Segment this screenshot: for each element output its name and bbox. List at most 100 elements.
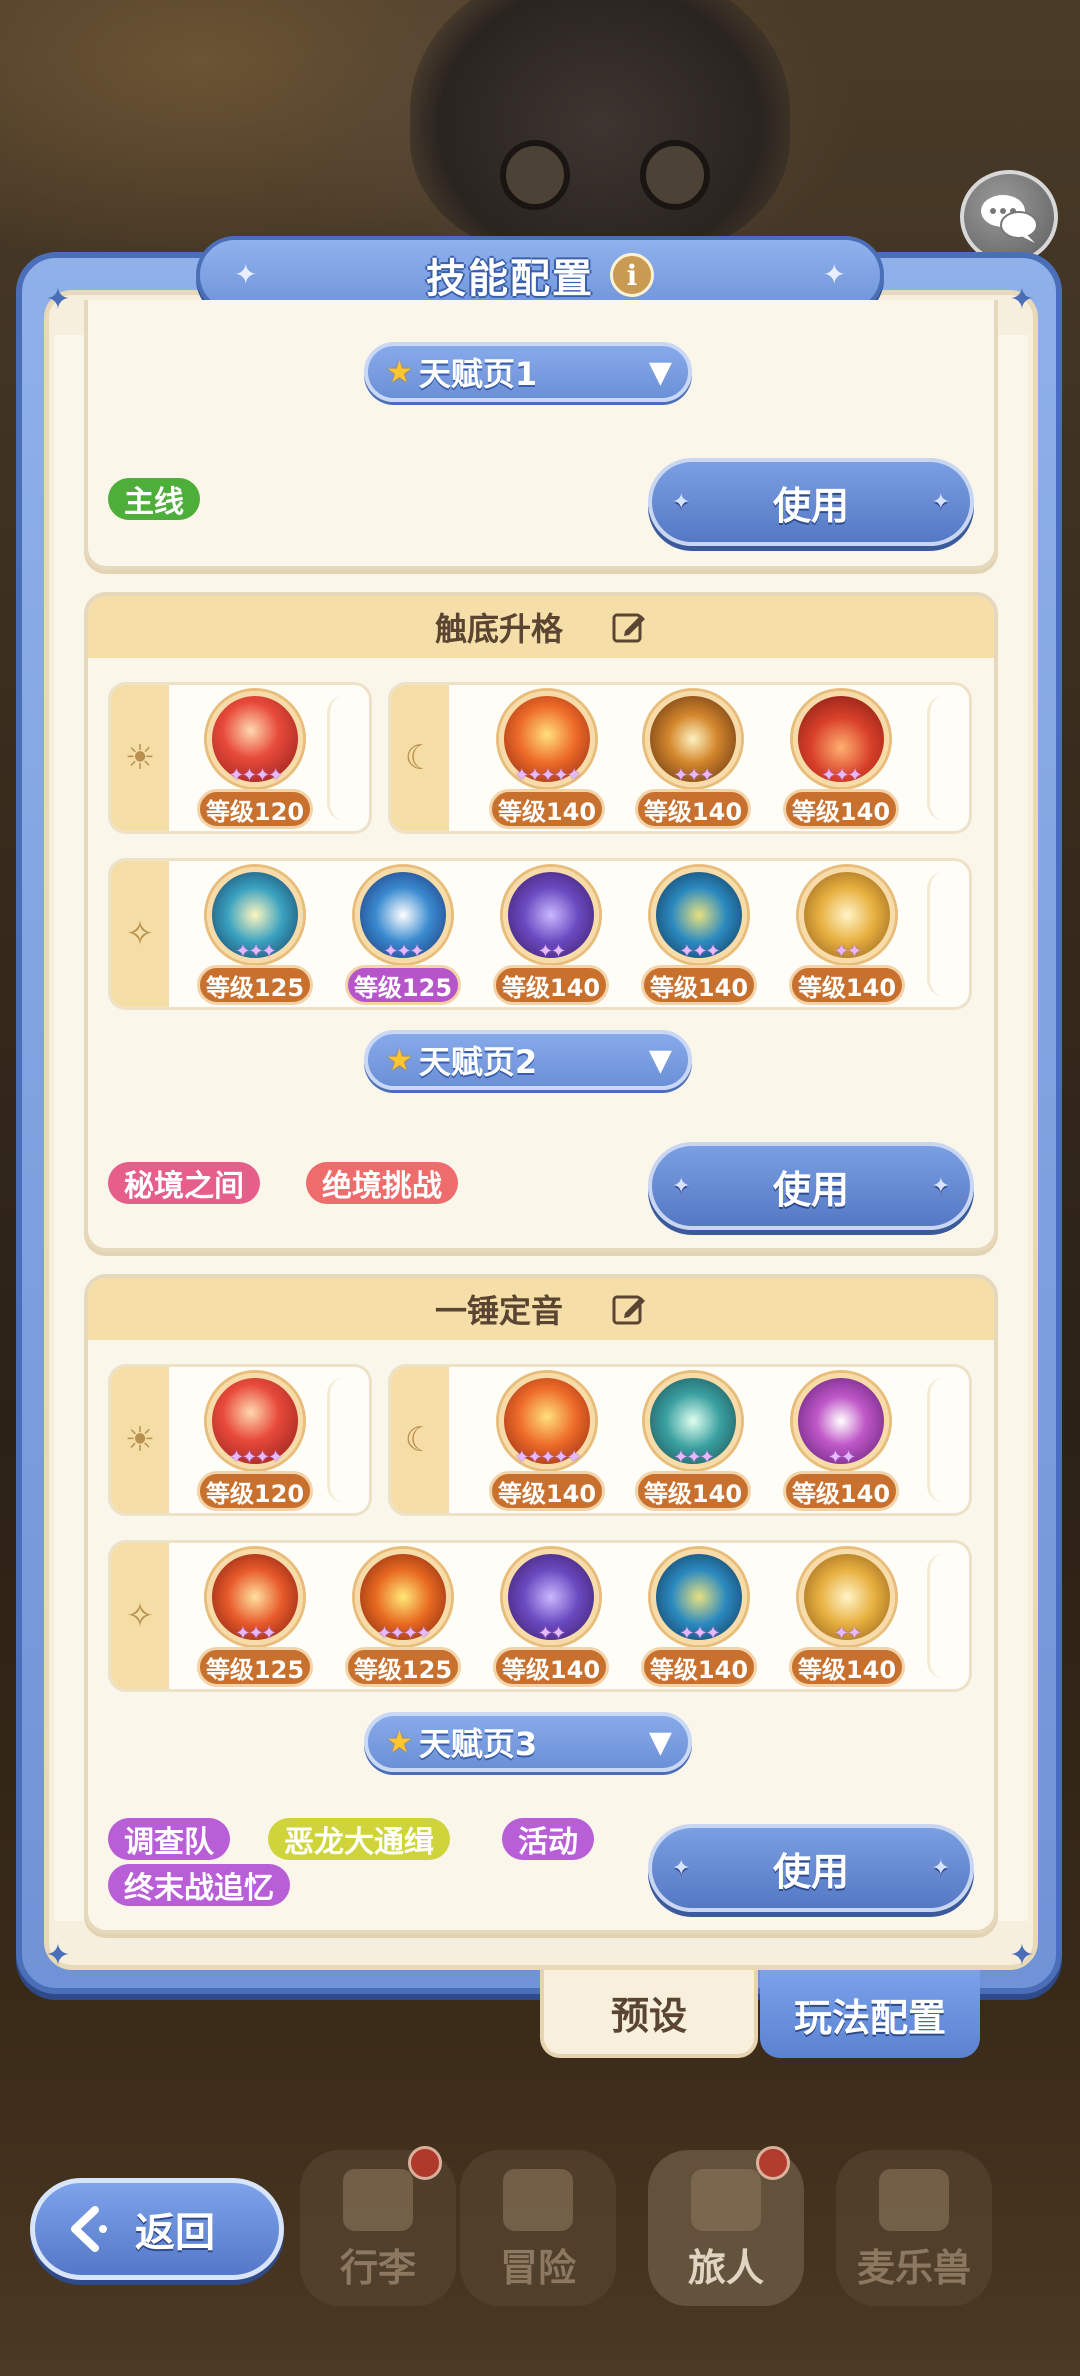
background-creature xyxy=(410,0,790,260)
skill-slot[interactable]: ✦✦✦✦✦ 等级140 xyxy=(485,685,609,835)
use-button[interactable]: ✦ 使用 ✦ xyxy=(648,458,974,546)
skill-slot[interactable]: ✦✦ 等级140 xyxy=(779,1367,903,1517)
skill-slot[interactable]: ✦✦✦ 等级140 xyxy=(779,685,903,835)
use-button[interactable]: ✦ 使用 ✦ xyxy=(648,1142,974,1230)
info-icon[interactable]: i xyxy=(610,253,654,297)
skill-level-badge: 等级140 xyxy=(641,1647,757,1687)
skill-level-badge: 等级125 xyxy=(345,1647,461,1687)
star-icon: ★ xyxy=(386,1042,413,1078)
talent-page-selector[interactable]: ★ 天赋页3 ▼ xyxy=(364,1712,692,1772)
talent-page-label: 天赋页3 xyxy=(418,1725,538,1763)
skill-level-badge: 等级125 xyxy=(197,965,313,1005)
crossed-swords-icon xyxy=(503,2169,573,2231)
back-button-label: 返回 xyxy=(135,2210,215,2256)
skill-stars: ✦✦✦ xyxy=(679,1623,720,1644)
sparkle-icon: ✦ xyxy=(672,490,691,515)
corner-ornament-icon: ✦ xyxy=(1009,282,1035,317)
skill-slot[interactable]: ✦✦✦ 等级140 xyxy=(631,1367,755,1517)
skill-stars: ✦✦✦ xyxy=(673,765,714,786)
mode-tag: 活动 xyxy=(502,1818,594,1860)
group-ornament xyxy=(927,1553,963,1679)
background-creature-eye xyxy=(500,140,570,210)
skill-stars: ✦✦✦✦ xyxy=(376,1623,431,1644)
skill-stars: ✦✦✦ xyxy=(679,941,720,962)
nav-label: 行李 xyxy=(339,2246,416,2290)
sparkle-icon: ✦ xyxy=(672,1174,691,1199)
skill-level-badge: 等级140 xyxy=(789,1647,905,1687)
group-ornament xyxy=(927,695,963,821)
skill-level-badge: 等级140 xyxy=(489,1471,605,1511)
loadout-card-1: ★ 天赋页1 ▼ 主线 ✦ 使用 ✦ xyxy=(84,300,998,570)
chat-bubbles-icon xyxy=(981,195,1038,243)
skill-stars: ✦✦✦✦ xyxy=(228,765,283,786)
skill-stars: ✦✦✦ xyxy=(821,765,862,786)
corner-ornament-icon: ✦ xyxy=(45,1938,71,1973)
talent-page-selector[interactable]: ★ 天赋页1 ▼ xyxy=(364,342,692,402)
skill-slot[interactable]: ✦✦✦ 等级125 xyxy=(193,861,317,1011)
skill-slot[interactable]: ✦✦ 等级140 xyxy=(785,1543,909,1693)
talent-page-label: 天赋页1 xyxy=(418,355,538,393)
sparkle-icon: ✦ xyxy=(931,1856,950,1881)
chat-button[interactable] xyxy=(960,170,1058,264)
skill-stars: ✦✦✦ xyxy=(235,1623,276,1644)
traveler-avatar-icon xyxy=(691,2169,761,2231)
nav-item-pets[interactable]: 麦乐兽 xyxy=(836,2150,992,2306)
skill-level-badge: 等级120 xyxy=(197,789,313,829)
star-icon: ✧ xyxy=(111,1543,169,1689)
panel-title: 技能配置 xyxy=(426,256,594,302)
skill-slot[interactable]: ✦✦✦✦ 等级120 xyxy=(193,1367,317,1517)
loadout-title: 触底升格 xyxy=(434,610,563,648)
star-icon: ★ xyxy=(386,354,413,390)
skill-slot[interactable]: ✦✦✦✦✦ 等级140 xyxy=(485,1367,609,1517)
skill-stars: ✦✦✦✦ xyxy=(228,1447,283,1468)
mode-tag: 绝境挑战 xyxy=(306,1162,458,1204)
nav-item-traveler[interactable]: 旅人 xyxy=(648,2146,804,2306)
skill-stars: ✦✦ xyxy=(833,941,862,962)
nav-item-adventure[interactable]: 冒险 xyxy=(460,2150,616,2306)
skill-level-badge: 等级140 xyxy=(641,965,757,1005)
skill-level-badge: 等级140 xyxy=(635,789,751,829)
edit-icon[interactable] xyxy=(611,609,647,645)
skill-stars: ✦✦ xyxy=(537,1623,566,1644)
skill-slot[interactable]: ✦✦✦ 等级125 xyxy=(341,861,465,1011)
sparkle-icon: ✦ xyxy=(931,1174,950,1199)
edit-icon[interactable] xyxy=(611,1291,647,1327)
moon-icon: ☾ xyxy=(391,1367,449,1513)
mode-tag: 恶龙大通缉 xyxy=(268,1818,450,1860)
notification-dot xyxy=(756,2146,790,2180)
tab-play-config[interactable]: 玩法配置 xyxy=(760,1970,980,2058)
loadout-card-3: 一锤定音 ☀ ✦✦✦✦ 等级120 ☾ ✦✦✦✦✦ 等级140 ✦✦✦ 等级14… xyxy=(84,1274,998,1934)
skill-level-badge: 等级125 xyxy=(345,965,461,1005)
nav-label: 麦乐兽 xyxy=(856,2246,971,2290)
skill-slot[interactable]: ✦✦✦ 等级125 xyxy=(193,1543,317,1693)
nav-item-luggage[interactable]: 行李 xyxy=(300,2146,456,2306)
skill-slot[interactable]: ✦✦✦✦ 等级125 xyxy=(341,1543,465,1693)
use-button[interactable]: ✦ 使用 ✦ xyxy=(648,1824,974,1912)
skill-level-badge: 等级140 xyxy=(489,789,605,829)
skill-slot[interactable]: ✦✦✦ 等级140 xyxy=(637,861,761,1011)
skill-stars: ✦✦✦ xyxy=(383,941,424,962)
skill-stars: ✦✦✦ xyxy=(235,941,276,962)
back-button[interactable]: 返回 xyxy=(30,2178,284,2280)
use-button-label: 使用 xyxy=(772,1849,849,1894)
skill-level-badge: 等级140 xyxy=(789,965,905,1005)
skill-stars: ✦✦✦ xyxy=(673,1447,714,1468)
pet-fox-icon xyxy=(879,2169,949,2231)
skill-slot[interactable]: ✦✦ 等级140 xyxy=(489,1543,613,1693)
group-ornament xyxy=(927,871,963,997)
loadout-header: 一锤定音 xyxy=(88,1278,994,1340)
tab-preset[interactable]: 预设 xyxy=(540,1970,758,2058)
skill-slot[interactable]: ✦✦ 等级140 xyxy=(785,861,909,1011)
banner-sparkle-icon: ✦ xyxy=(234,258,258,291)
skill-level-badge: 等级125 xyxy=(197,1647,313,1687)
skill-slot[interactable]: ✦✦✦✦ 等级120 xyxy=(193,685,317,835)
star-icon: ★ xyxy=(386,1724,413,1760)
skill-slot[interactable]: ✦✦ 等级140 xyxy=(489,861,613,1011)
skill-slot[interactable]: ✦✦✦ 等级140 xyxy=(631,685,755,835)
sparkle-icon: ✦ xyxy=(672,1856,691,1881)
skill-slot[interactable]: ✦✦✦ 等级140 xyxy=(637,1543,761,1693)
skill-level-badge: 等级140 xyxy=(635,1471,751,1511)
talent-page-selector[interactable]: ★ 天赋页2 ▼ xyxy=(364,1030,692,1090)
notification-dot xyxy=(408,2146,442,2180)
corner-ornament-icon: ✦ xyxy=(45,282,71,317)
